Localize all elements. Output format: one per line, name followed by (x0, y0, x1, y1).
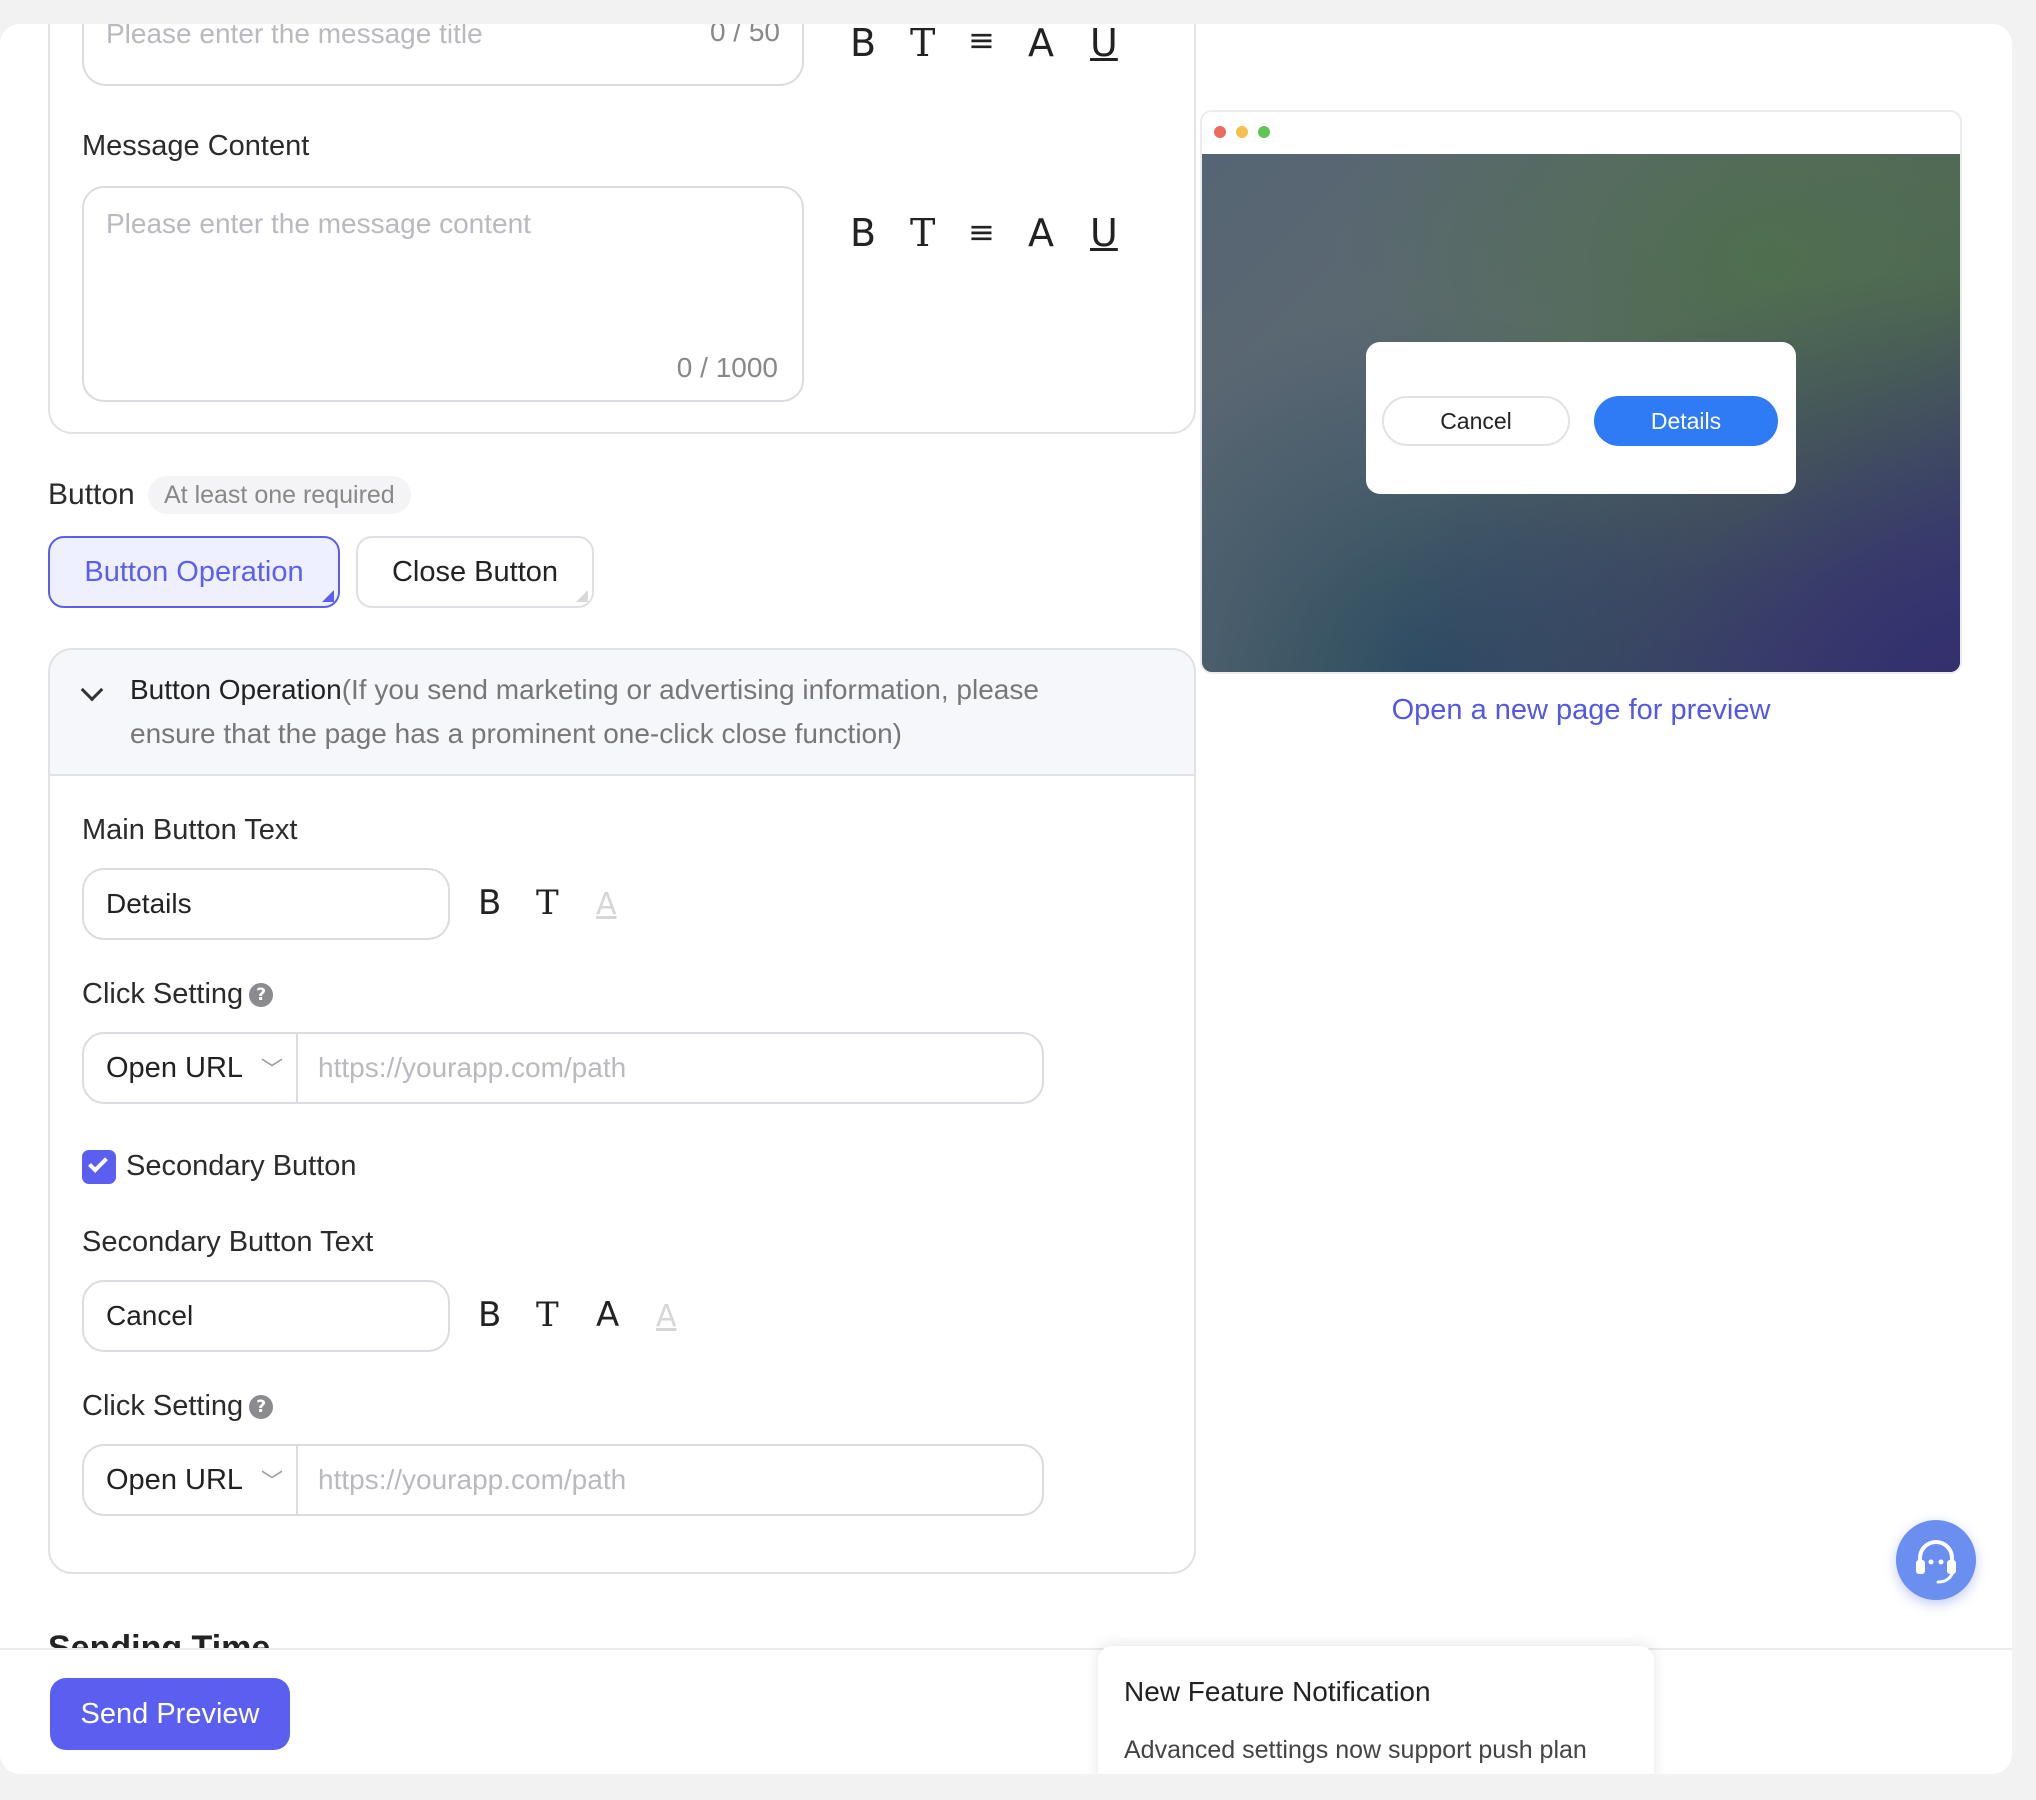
panel-title: Button Operation (130, 674, 342, 705)
preview-cancel-button[interactable]: Cancel (1382, 396, 1570, 446)
chevron-down-icon: ﹀ (261, 1057, 284, 1082)
button-section-title: Button (48, 478, 135, 511)
message-title-input[interactable]: Please enter the message title 0 / 50 (82, 24, 804, 86)
text-size-icon[interactable]: T (910, 214, 935, 252)
required-badge: At least one required (148, 476, 411, 514)
tab-button-operation-label: Button Operation (84, 555, 304, 588)
underline-icon[interactable]: U (1090, 214, 1118, 252)
url-input[interactable]: https://yourapp.com/path (298, 1034, 1042, 1102)
secondary-button-text-value: Cancel (106, 1300, 194, 1331)
preview-details-label: Details (1650, 407, 1722, 434)
message-content-placeholder: Please enter the message content (106, 208, 531, 239)
background-color-icon: A (656, 1299, 677, 1334)
message-title-counter: 0 / 50 (709, 24, 780, 47)
secondary-click-setting-label-text: Click Setting (82, 1390, 244, 1422)
bold-icon[interactable]: B (850, 214, 876, 252)
message-content-textarea[interactable]: Please enter the message content 0 / 100… (82, 186, 804, 402)
font-color-icon[interactable]: A (596, 1298, 619, 1332)
secondary-click-setting-group: Open URL ﹀ https://yourapp.com/path (82, 1444, 1044, 1516)
secondary-button-checkbox[interactable] (82, 1150, 116, 1184)
tab-corner-icon (576, 590, 588, 602)
tab-close-button[interactable]: Close Button (356, 536, 594, 608)
bold-icon[interactable]: B (478, 886, 501, 920)
headset-icon (1916, 1540, 1956, 1584)
main-card: Please enter the message title 0 / 50 B … (0, 24, 2012, 1774)
message-title-placeholder: Please enter the message title (106, 24, 483, 49)
secondary-click-setting-label: Click Setting? (82, 1390, 274, 1423)
preview-details-button[interactable]: Details (1594, 396, 1778, 446)
preview-titlebar (1202, 112, 1960, 154)
secondary-click-action-value: Open URL (106, 1463, 244, 1496)
preview-cancel-label: Cancel (1440, 407, 1512, 434)
close-dot (1214, 126, 1226, 138)
underline-icon[interactable]: U (1090, 24, 1118, 62)
secondary-button-checkbox-label[interactable]: Secondary Button (126, 1150, 357, 1183)
notification-title: New Feature Notification (1124, 1676, 1431, 1707)
message-content-counter: 0 / 1000 (676, 352, 778, 383)
footer-bar (0, 1648, 2012, 1774)
new-feature-notification[interactable]: New Feature Notification Advanced settin… (1098, 1646, 1654, 1774)
secondary-click-action-select[interactable]: Open URL ﹀ (84, 1446, 298, 1514)
main-button-text-label: Main Button Text (82, 814, 298, 846)
font-color-icon[interactable]: A (1028, 214, 1054, 252)
button-operation-panel: Button Operation(If you send marketing o… (48, 648, 1196, 1574)
check-icon (88, 1153, 108, 1173)
main-button-text-value: Details (106, 888, 192, 919)
tab-close-button-label: Close Button (391, 555, 559, 588)
secondary-url-input[interactable]: https://yourapp.com/path (298, 1446, 1042, 1514)
tab-button-operation[interactable]: Button Operation (48, 536, 340, 608)
customer-support-button[interactable] (1896, 1520, 1976, 1600)
tab-selected-corner-icon (322, 590, 334, 602)
help-icon[interactable]: ? (249, 983, 274, 1008)
open-preview-link[interactable]: Open a new page for preview (1200, 694, 1962, 727)
click-action-select[interactable]: Open URL ﹀ (84, 1034, 298, 1102)
align-icon[interactable]: ≡ (968, 24, 995, 56)
url-placeholder: https://yourapp.com/path (318, 1052, 627, 1083)
bold-icon[interactable]: B (850, 24, 876, 62)
text-size-icon[interactable]: T (536, 1298, 559, 1332)
maximize-dot (1258, 126, 1270, 138)
chevron-down-icon: ﹀ (261, 1469, 284, 1494)
send-preview-label: Send Preview (80, 1697, 260, 1730)
secondary-url-placeholder: https://yourapp.com/path (318, 1464, 627, 1495)
click-setting-group: Open URL ﹀ https://yourapp.com/path (82, 1032, 1044, 1104)
panel-header[interactable]: Button Operation(If you send marketing o… (50, 650, 1194, 776)
text-size-icon[interactable]: T (536, 886, 559, 920)
chevron-down-icon (80, 678, 104, 702)
secondary-button-text-input[interactable]: Cancel (82, 1280, 450, 1352)
font-color-icon[interactable]: A (1028, 24, 1054, 62)
secondary-button-text-label: Secondary Button Text (82, 1226, 374, 1258)
font-color-icon: A (596, 887, 617, 922)
bold-icon[interactable]: B (478, 1298, 501, 1332)
send-preview-button[interactable]: Send Preview (50, 1678, 290, 1750)
main-button-text-input[interactable]: Details (82, 868, 450, 940)
align-icon[interactable]: ≡ (968, 216, 995, 248)
click-setting-label: Click Setting? (82, 978, 274, 1011)
click-setting-label-text: Click Setting (82, 978, 244, 1010)
preview-dialog: Cancel Details (1366, 342, 1796, 494)
click-action-value: Open URL (106, 1051, 244, 1084)
help-icon[interactable]: ? (249, 1395, 274, 1420)
minimize-dot (1236, 126, 1248, 138)
notification-body: Advanced settings now support push plan (1124, 1736, 1587, 1764)
preview-window: Cancel Details (1200, 110, 1962, 674)
text-size-icon[interactable]: T (910, 24, 935, 62)
message-content-label: Message Content (82, 130, 310, 162)
